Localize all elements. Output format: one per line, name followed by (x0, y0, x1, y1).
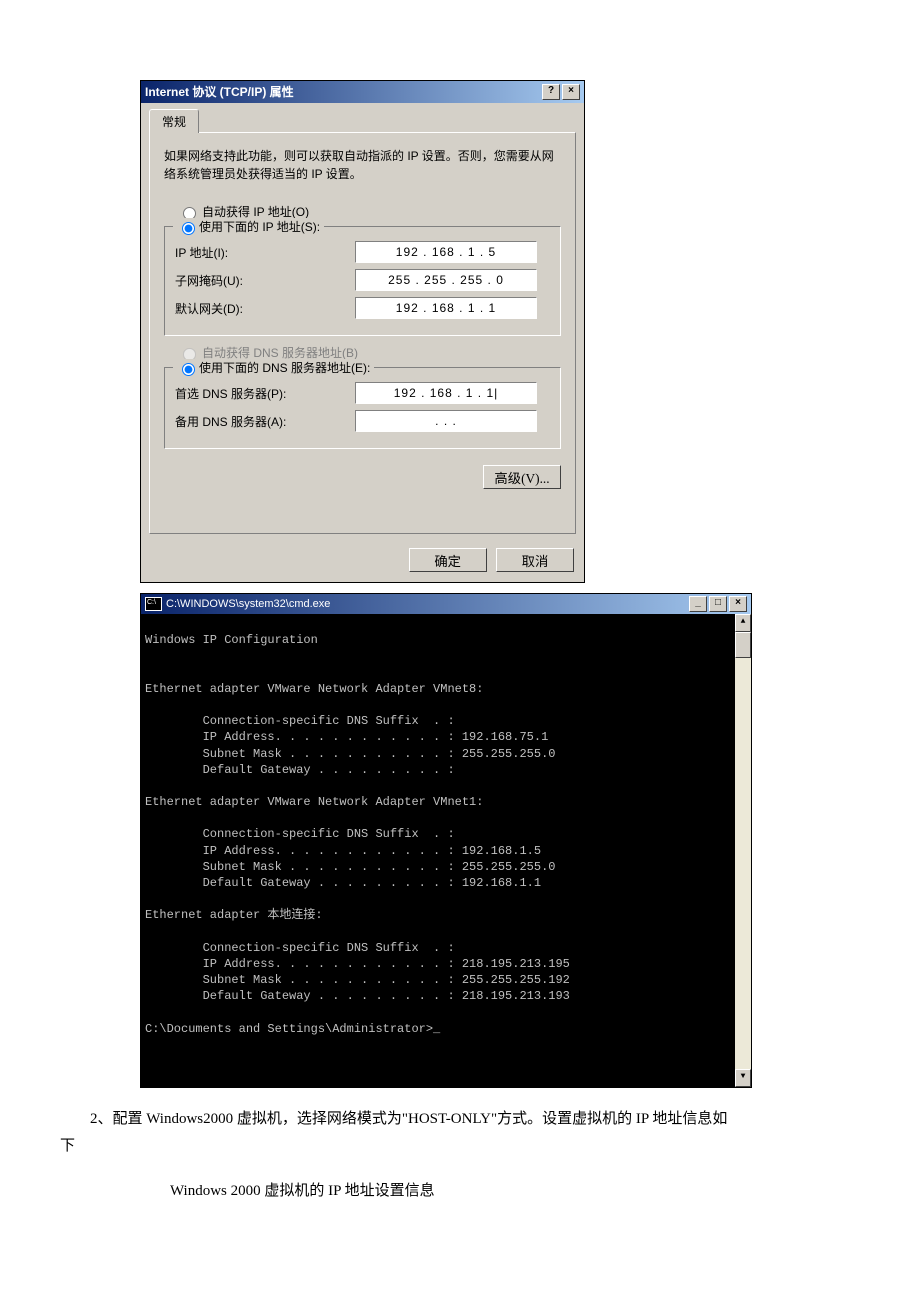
help-button[interactable]: ? (542, 84, 560, 100)
close-button[interactable]: × (562, 84, 580, 100)
cmd-line: Default Gateway . . . . . . . . . : 218.… (145, 989, 570, 1003)
cmd-line: Connection-specific DNS Suffix . : (145, 827, 455, 841)
cmd-line: Default Gateway . . . . . . . . . : (145, 763, 455, 777)
radio-manual-ip-label: 使用下面的 IP 地址(S): (199, 218, 320, 235)
alternate-dns-input[interactable]: . . . (355, 410, 537, 432)
cancel-button[interactable]: 取消 (496, 548, 574, 572)
scroll-thumb[interactable] (735, 632, 751, 658)
cmd-scrollbar[interactable]: ▲ ▼ (735, 614, 751, 1087)
alternate-dns-label: 备用 DNS 服务器(A): (175, 413, 355, 430)
ok-button[interactable]: 确定 (409, 548, 487, 572)
radio-manual-dns[interactable] (182, 363, 195, 376)
cmd-prompt[interactable]: C:\Documents and Settings\Administrator>… (145, 1022, 440, 1036)
tcpip-properties-dialog: Internet 协议 (TCP/IP) 属性 ? × 常规 如果网络支持此功能… (140, 80, 585, 583)
document-paragraph-2: Windows 2000 虚拟机的 IP 地址设置信息 (140, 1178, 810, 1205)
tab-general[interactable]: 常规 (149, 109, 199, 133)
ip-address-label: IP 地址(I): (175, 244, 355, 261)
dialog-titlebar: Internet 协议 (TCP/IP) 属性 ? × (141, 81, 584, 103)
preferred-dns-label: 首选 DNS 服务器(P): (175, 385, 355, 402)
cmd-line: Ethernet adapter VMware Network Adapter … (145, 682, 483, 696)
description-text: 如果网络支持此功能，则可以获取自动指派的 IP 设置。否则，您需要从网络系统管理… (164, 147, 561, 183)
radio-manual-ip[interactable] (182, 222, 195, 235)
subnet-mask-label: 子网掩码(U): (175, 272, 355, 289)
document-paragraph-1: 2、配置 Windows2000 虚拟机，选择网络模式为"HOST-ONLY"方… (60, 1106, 730, 1160)
scroll-up-button[interactable]: ▲ (735, 614, 751, 632)
cmd-line: IP Address. . . . . . . . . . . . : 192.… (145, 844, 541, 858)
cmd-line: Connection-specific DNS Suffix . : (145, 714, 455, 728)
cmd-line: IP Address. . . . . . . . . . . . : 192.… (145, 730, 548, 744)
ip-address-input[interactable]: 192 . 168 . 1 . 5 (355, 241, 537, 263)
dialog-title: Internet 协议 (TCP/IP) 属性 (145, 81, 294, 103)
preferred-dns-input[interactable]: 192 . 168 . 1 . 1| (355, 382, 537, 404)
watermark-spacer (140, 573, 860, 603)
cmd-line: IP Address. . . . . . . . . . . . : 218.… (145, 957, 570, 971)
scroll-track[interactable] (735, 632, 751, 1069)
advanced-button[interactable]: 高级(V)... (483, 465, 561, 489)
gateway-input[interactable]: 192 . 168 . 1 . 1 (355, 297, 537, 319)
cmd-line: Windows IP Configuration (145, 633, 318, 647)
scroll-down-button[interactable]: ▼ (735, 1069, 751, 1087)
cmd-line: Default Gateway . . . . . . . . . : 192.… (145, 876, 541, 890)
cmd-line: Subnet Mask . . . . . . . . . . . : 255.… (145, 747, 555, 761)
radio-manual-dns-label: 使用下面的 DNS 服务器地址(E): (199, 359, 370, 376)
ip-groupbox: 使用下面的 IP 地址(S): IP 地址(I): 192 . 168 . 1 … (164, 226, 561, 336)
cmd-line: Ethernet adapter VMware Network Adapter … (145, 795, 483, 809)
cmd-line: Subnet Mask . . . . . . . . . . . : 255.… (145, 973, 570, 987)
cmd-body: Windows IP Configuration Ethernet adapte… (141, 614, 751, 1087)
cmd-line: Subnet Mask . . . . . . . . . . . : 255.… (145, 860, 555, 874)
cmd-line: Ethernet adapter 本地连接: (145, 908, 323, 922)
cmd-line: Connection-specific DNS Suffix . : (145, 941, 455, 955)
cmd-window: C:\ C:\WINDOWS\system32\cmd.exe _ □ × Wi… (140, 593, 752, 1088)
subnet-mask-input[interactable]: 255 . 255 . 255 . 0 (355, 269, 537, 291)
dns-groupbox: 使用下面的 DNS 服务器地址(E): 首选 DNS 服务器(P): 192 .… (164, 367, 561, 449)
gateway-label: 默认网关(D): (175, 300, 355, 317)
